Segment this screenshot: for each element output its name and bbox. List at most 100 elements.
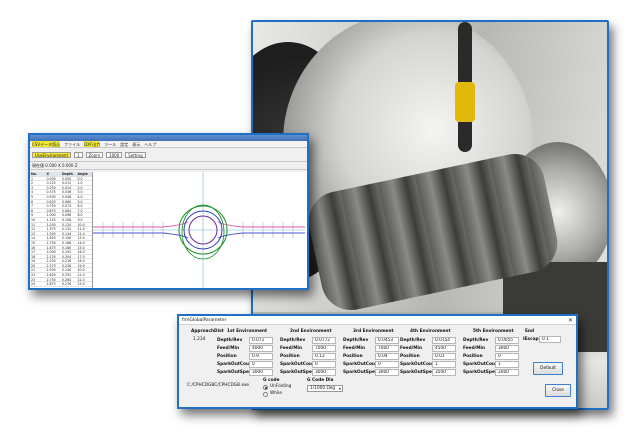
table-cell: 2.0 xyxy=(77,185,83,190)
table-cell: 0.216 xyxy=(62,259,72,263)
menu-item[interactable]: CSVデータ読込 xyxy=(32,141,61,147)
table-cell: 16.0 xyxy=(77,250,85,254)
gcode-option-unfolding-radio[interactable] xyxy=(263,385,268,390)
parameter-field[interactable]: 0.04 xyxy=(375,353,399,360)
parameter-field[interactable]: 7000 xyxy=(312,345,336,352)
approach-dist-label: ApproachDist xyxy=(191,329,224,334)
table-cell: 0.180 xyxy=(62,245,72,250)
parameter-field[interactable]: 0.01 xyxy=(432,353,456,360)
table-cell: 21.0 xyxy=(77,273,85,277)
parameter-field[interactable]: 3000 xyxy=(312,369,336,376)
parameter-field[interactable]: 0.0453 xyxy=(375,337,399,344)
parameter-field[interactable]: 1 xyxy=(432,361,456,368)
table-cell: 5 xyxy=(31,194,34,199)
toolbar-field[interactable]: 1 xyxy=(74,151,83,158)
data-table: No. X Depth Angle 1 0.000 0.000 0.0 2 0.125 0.… xyxy=(30,172,93,288)
table-cell: 0.276 xyxy=(62,282,72,286)
table-cell: 2.875 xyxy=(46,282,56,286)
table-cell: 7.0 xyxy=(77,208,83,213)
table-cell: 11.0 xyxy=(77,227,85,231)
table-cell: 7 xyxy=(31,204,34,208)
table-cell: 0.240 xyxy=(62,268,72,273)
parameter-label: Feed/Min xyxy=(463,346,486,351)
table-cell: 0.125 xyxy=(46,181,56,185)
table-cell: 14.0 xyxy=(77,240,85,245)
table-cell: 19 xyxy=(31,259,36,263)
table-cell: 13 xyxy=(31,231,36,236)
table-header[interactable]: Angle xyxy=(77,172,93,176)
toolbar-field[interactable]: Zoom xyxy=(85,151,104,158)
table-cell: 15 xyxy=(31,240,36,245)
profile-plot xyxy=(93,172,305,288)
gcode-dia-select[interactable]: 1/1000 Deg ▾ xyxy=(307,385,343,392)
table-cell: 1 xyxy=(31,176,34,181)
table-cell: 1.250 xyxy=(46,222,56,227)
escape-field[interactable]: 0.1 xyxy=(539,336,561,343)
parameter-label: Feed/Min xyxy=(217,346,240,351)
toolbar-field[interactable]: UseEnvironment xyxy=(32,151,72,158)
profile-plot-area[interactable] xyxy=(93,172,307,288)
parameter-field[interactable]: 4500 xyxy=(432,345,456,352)
parameter-field[interactable]: 7000 xyxy=(375,345,399,352)
table-cell: 3.0 xyxy=(77,190,83,194)
table-cell: 1.000 xyxy=(46,213,56,217)
parameter-field[interactable]: 3000 xyxy=(495,345,519,352)
table-cell: 0.096 xyxy=(62,213,72,217)
parameter-field[interactable]: 4000 xyxy=(249,345,273,352)
menu-item[interactable]: ヘルプ xyxy=(144,141,156,147)
parameter-field[interactable]: 0 xyxy=(312,361,336,368)
parameter-field[interactable]: 0.0055 xyxy=(495,337,519,344)
menu-item[interactable]: ファイル xyxy=(64,141,80,147)
parameter-field[interactable]: 0 xyxy=(249,361,273,368)
table-cell: 0.0 xyxy=(77,176,83,181)
parameter-field[interactable]: 0.13 xyxy=(312,353,336,360)
environment-header: 4th Environment xyxy=(410,329,451,334)
parameter-label: Feed/Min xyxy=(280,346,303,351)
parameter-label: Depth/Rev xyxy=(400,338,426,343)
table-cell: 22 xyxy=(31,273,36,277)
table-cell: 6.0 xyxy=(77,204,83,208)
table-header[interactable]: Depth xyxy=(61,172,77,176)
gcode-option-while-radio[interactable] xyxy=(263,392,268,397)
table-cell: 0.375 xyxy=(46,190,56,194)
toolbar-field[interactable]: Setting xyxy=(125,151,146,158)
menu-item[interactable]: 設定 xyxy=(120,141,128,147)
parameter-field[interactable]: 0 xyxy=(375,361,399,368)
table-header[interactable]: No. xyxy=(30,172,46,176)
parameter-field[interactable]: 3000 xyxy=(249,369,273,376)
environment-header: 5th Environment xyxy=(473,329,514,334)
menu-item[interactable]: ツール xyxy=(104,141,116,147)
close-icon[interactable]: ✕ xyxy=(568,317,573,324)
gcode-label: G code xyxy=(263,378,280,383)
table-row[interactable]: 24 2.875 0.276 23.0 xyxy=(30,282,92,287)
gcode-option-while-label: While xyxy=(270,391,283,396)
parameter-field[interactable]: 1 xyxy=(495,361,519,368)
menu-item[interactable]: DXF出力 xyxy=(84,141,101,147)
environment-header: 1st Environment xyxy=(227,329,268,334)
table-cell: 0.000 xyxy=(46,176,56,181)
table-cell: 0.144 xyxy=(62,231,72,236)
parameter-field[interactable]: 0.9 xyxy=(249,353,273,360)
table-cell: 10 xyxy=(31,217,36,222)
parameter-field[interactable]: 0.0154 xyxy=(432,337,456,344)
table-cell: 0.132 xyxy=(62,227,72,231)
table-cell: 0.072 xyxy=(62,204,72,208)
close-button[interactable]: Close xyxy=(545,384,571,397)
parameter-field[interactable]: 2000 xyxy=(495,369,519,376)
parameter-field[interactable]: 3000 xyxy=(375,369,399,376)
chevron-down-icon: ▾ xyxy=(338,386,341,391)
table-cell: 1.875 xyxy=(46,245,56,250)
parameter-field[interactable]: 0 xyxy=(495,353,519,360)
table-cell: 0.048 xyxy=(62,194,72,199)
default-button[interactable]: Default xyxy=(533,362,563,375)
menu-item[interactable]: 表示 xyxy=(132,141,140,147)
toolbar-field[interactable]: 1000 xyxy=(106,151,123,158)
table-cell: 0.192 xyxy=(62,250,72,254)
parameter-field[interactable]: 0.071 xyxy=(249,337,273,344)
table-cell: 2.000 xyxy=(46,250,56,254)
parameter-label: Position xyxy=(343,354,363,359)
parameter-field[interactable]: 0.0772 xyxy=(312,337,336,344)
table-header[interactable]: X xyxy=(46,172,62,176)
parameter-field[interactable]: 3500 xyxy=(432,369,456,376)
environment-header: 3rd Environment xyxy=(353,329,394,334)
